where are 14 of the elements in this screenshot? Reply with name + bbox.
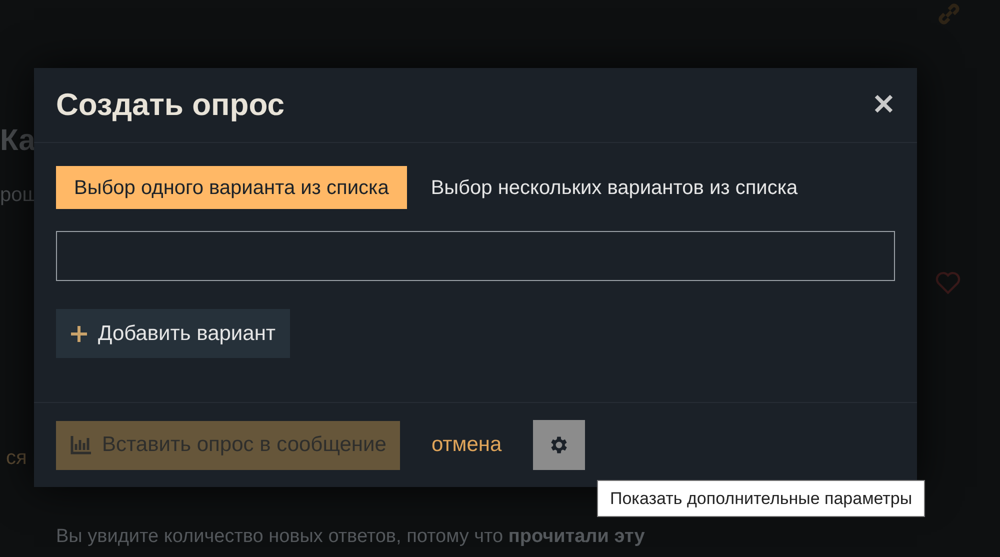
notice-text: Вы увидите количество новых ответов, потому что прочитали эту: [56, 525, 645, 549]
settings-button[interactable]: [532, 420, 585, 470]
close-button[interactable]: ✕: [872, 91, 895, 119]
add-option-button[interactable]: Добавить вариант: [56, 309, 290, 358]
dialog-title: Создать опрос: [56, 86, 284, 124]
bar-chart-icon: [70, 435, 92, 455]
cancel-link[interactable]: отмена: [431, 429, 502, 461]
plus-icon: [70, 324, 88, 342]
page-text: ся: [6, 446, 27, 471]
poll-type-tab[interactable]: Выбор одного варианта из списка: [56, 166, 407, 209]
tooltip: Показать дополнительные параметры: [597, 480, 926, 517]
option-input-field[interactable]: [56, 231, 895, 281]
poll-type-tab[interactable]: Выбор нескольких вариантов из списка: [408, 166, 820, 209]
page-heading: Ка: [0, 123, 36, 159]
